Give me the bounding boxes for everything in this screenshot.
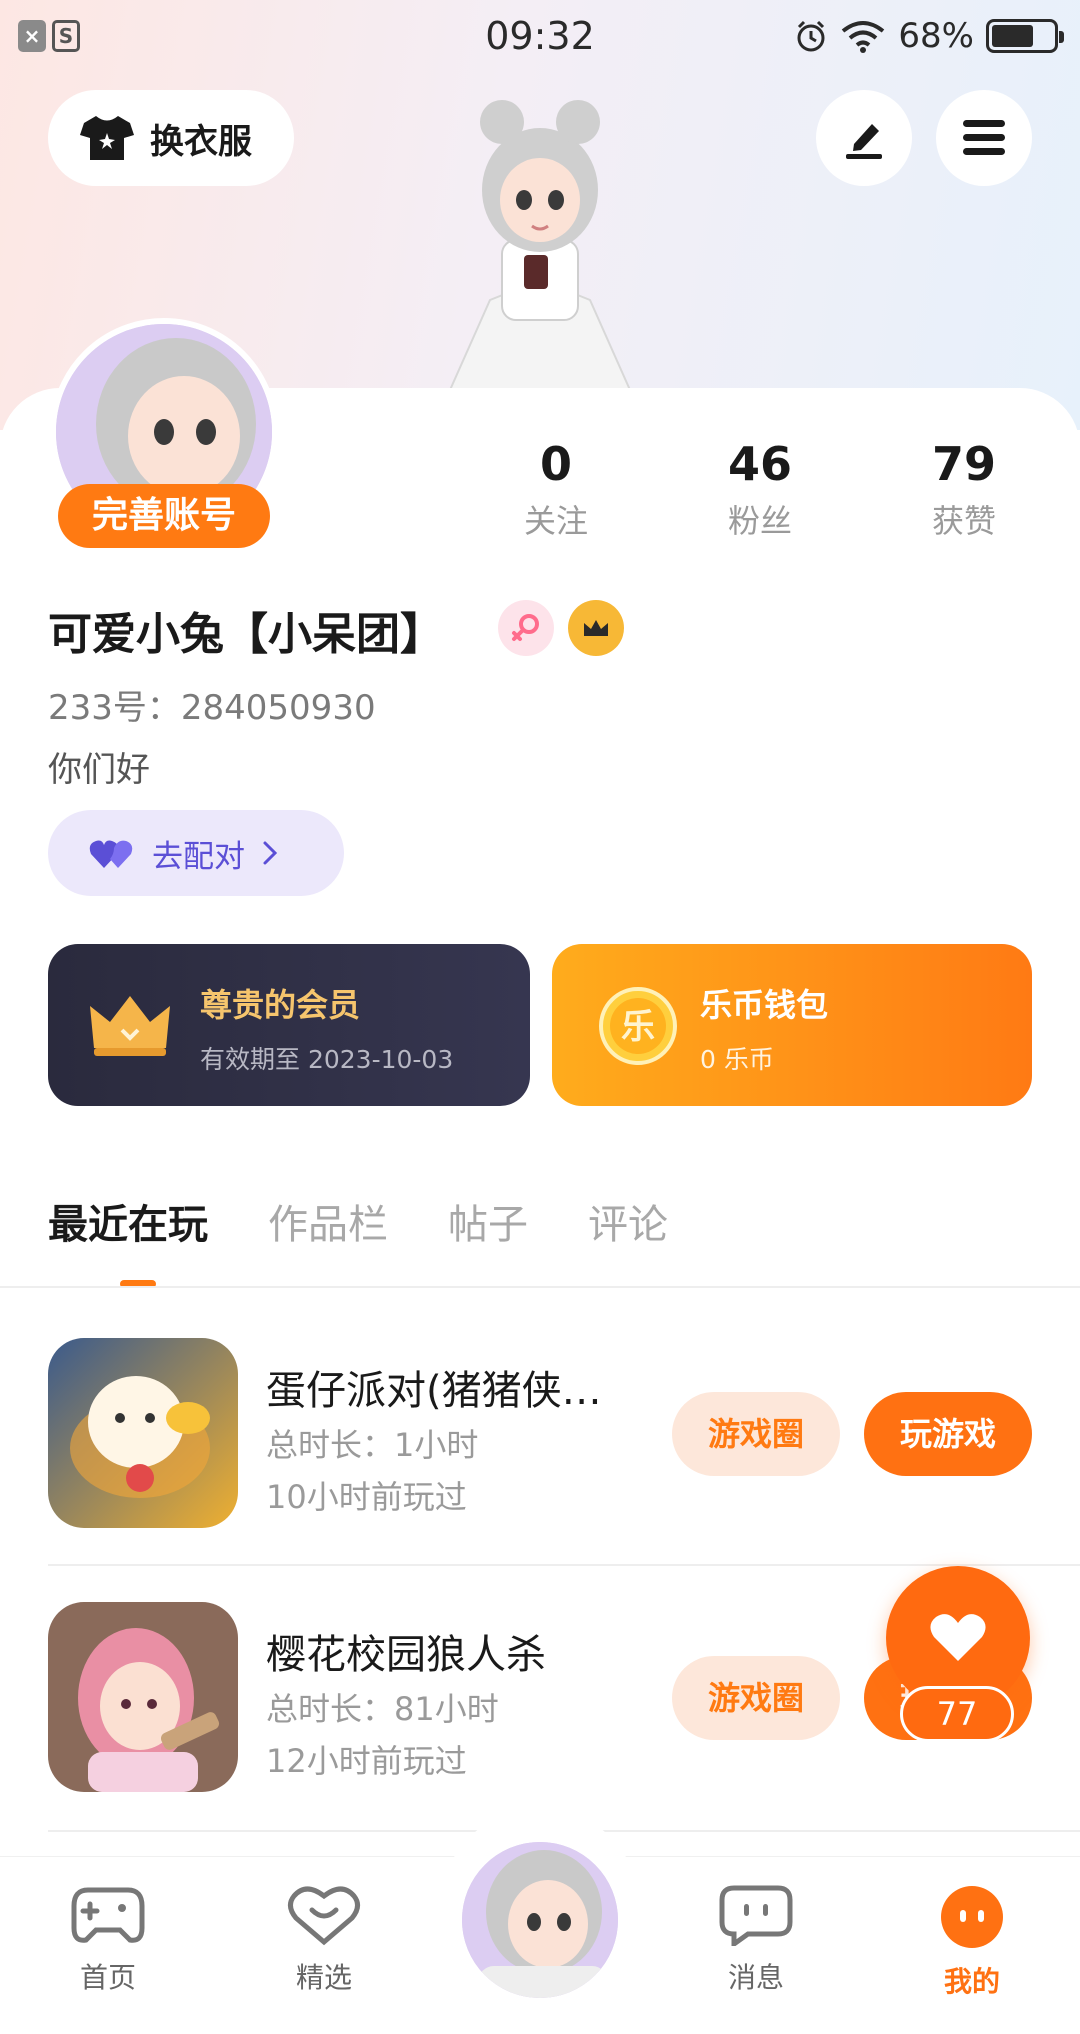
gold-crown-icon bbox=[90, 996, 170, 1056]
change-outfit-button[interactable]: 换衣服 bbox=[48, 90, 294, 186]
nickname: 可爱小兔【小呆团】 bbox=[48, 609, 444, 660]
message-icon bbox=[719, 1885, 793, 1949]
heart-chat-icon bbox=[288, 1886, 360, 1946]
tabs-divider bbox=[0, 1286, 1080, 1288]
game-last-played: 12小时前玩过 bbox=[266, 1742, 467, 1780]
stat-likes[interactable]: 79 获赞 bbox=[884, 434, 1044, 542]
complete-account-button[interactable]: 完善账号 bbox=[58, 484, 270, 548]
following-label: 关注 bbox=[523, 502, 588, 540]
status-bar: × S 09:32 68% bbox=[0, 0, 1080, 74]
battery-percent: 68% bbox=[898, 16, 974, 56]
game-name[interactable]: 樱花校园狼人杀 bbox=[266, 1622, 546, 1680]
menu-button[interactable] bbox=[936, 90, 1032, 186]
nav-home-label: 首页 bbox=[79, 1961, 136, 1994]
nav-featured-label: 精选 bbox=[295, 1961, 352, 1994]
likes-label: 获赞 bbox=[931, 502, 996, 540]
bio: 你们好 bbox=[48, 750, 150, 790]
nav-featured[interactable]: 精选 bbox=[254, 1884, 394, 1996]
game-circle-button[interactable]: 游戏圈 bbox=[672, 1392, 840, 1476]
battery-icon bbox=[986, 19, 1064, 53]
stat-following[interactable]: 0 关注 bbox=[476, 434, 636, 542]
nav-messages[interactable]: 消息 bbox=[686, 1884, 826, 1996]
game-icon-eggy-party[interactable] bbox=[48, 1338, 238, 1528]
menu-icon bbox=[963, 120, 1005, 155]
female-icon bbox=[498, 600, 554, 656]
avatar-character-illustration bbox=[448, 100, 632, 390]
game-name[interactable]: 蛋仔派对(猪猪侠… bbox=[266, 1358, 602, 1416]
following-count: 0 bbox=[539, 437, 572, 491]
user-id: 233号：284050930 bbox=[48, 688, 376, 728]
heart-icon bbox=[930, 1614, 986, 1661]
edit-profile-button[interactable] bbox=[816, 90, 912, 186]
crown-badge-icon bbox=[568, 600, 624, 656]
status-right: 68% bbox=[794, 16, 1064, 56]
wallet-balance: 0 乐币 bbox=[700, 1045, 774, 1074]
tab-comments[interactable]: 评论 bbox=[588, 1192, 668, 1250]
row-divider bbox=[48, 1564, 1080, 1566]
wallet-title: 乐币钱包 bbox=[700, 986, 829, 1024]
double-heart-icon bbox=[89, 840, 133, 868]
tab-recent-played[interactable]: 最近在玩 bbox=[48, 1192, 208, 1250]
like-count: 77 bbox=[900, 1686, 1014, 1742]
nav-messages-label: 消息 bbox=[727, 1961, 784, 1994]
wallet-card[interactable]: 乐 乐币钱包 0 乐币 bbox=[552, 944, 1032, 1106]
tab-posts[interactable]: 帖子 bbox=[448, 1192, 528, 1250]
tab-works[interactable]: 作品栏 bbox=[268, 1192, 388, 1250]
nav-mine[interactable]: 我的 bbox=[902, 1884, 1042, 2000]
game-row[interactable]: 樱花校园狼人杀 总时长：81小时 12小时前玩过 游戏圈 玩游戏 bbox=[48, 1602, 1032, 1792]
game-duration: 总时长：81小时 bbox=[266, 1690, 499, 1728]
coin-char: 乐 bbox=[621, 1007, 655, 1047]
avatar-image bbox=[462, 1842, 618, 1998]
change-outfit-label: 换衣服 bbox=[150, 121, 252, 162]
nav-center-avatar[interactable] bbox=[456, 1836, 624, 2004]
vip-expiry: 有效期至 2023-10-03 bbox=[200, 1045, 454, 1074]
pen-icon bbox=[846, 124, 882, 159]
fans-label: 粉丝 bbox=[727, 502, 792, 540]
gamepad-icon bbox=[71, 1887, 145, 1943]
nav-mine-label: 我的 bbox=[943, 1965, 1000, 1998]
vip-title: 尊贵的会员 bbox=[200, 986, 361, 1024]
stat-fans[interactable]: 46 粉丝 bbox=[680, 434, 840, 542]
nav-home[interactable]: 首页 bbox=[38, 1884, 178, 1996]
play-game-button[interactable]: 玩游戏 bbox=[864, 1392, 1032, 1476]
game-row[interactable]: 蛋仔派对(猪猪侠… 总时长：1小时 10小时前玩过 游戏圈 玩游戏 bbox=[48, 1338, 1032, 1528]
fans-count: 46 bbox=[727, 437, 792, 491]
battery-fill bbox=[992, 25, 1033, 47]
game-duration: 总时长：1小时 bbox=[266, 1426, 479, 1464]
profile-tabs: 最近在玩 作品栏 帖子 评论 bbox=[48, 1192, 668, 1250]
match-label: 去配对 bbox=[152, 838, 245, 875]
chevron-right-icon bbox=[263, 841, 278, 865]
smile-icon bbox=[941, 1886, 1003, 1948]
alarm-icon bbox=[797, 20, 825, 52]
wifi-icon bbox=[842, 21, 885, 53]
shirt-icon bbox=[80, 116, 134, 160]
game-last-played: 10小时前玩过 bbox=[266, 1478, 467, 1516]
coin-icon: 乐 bbox=[599, 987, 677, 1065]
vip-membership-card[interactable]: 尊贵的会员 有效期至 2023-10-03 bbox=[48, 944, 530, 1106]
likes-count: 79 bbox=[931, 437, 996, 491]
game-circle-button[interactable]: 游戏圈 bbox=[672, 1656, 840, 1740]
match-button[interactable]: 去配对 bbox=[48, 810, 344, 896]
game-icon-sakura-werewolf[interactable] bbox=[48, 1602, 238, 1792]
